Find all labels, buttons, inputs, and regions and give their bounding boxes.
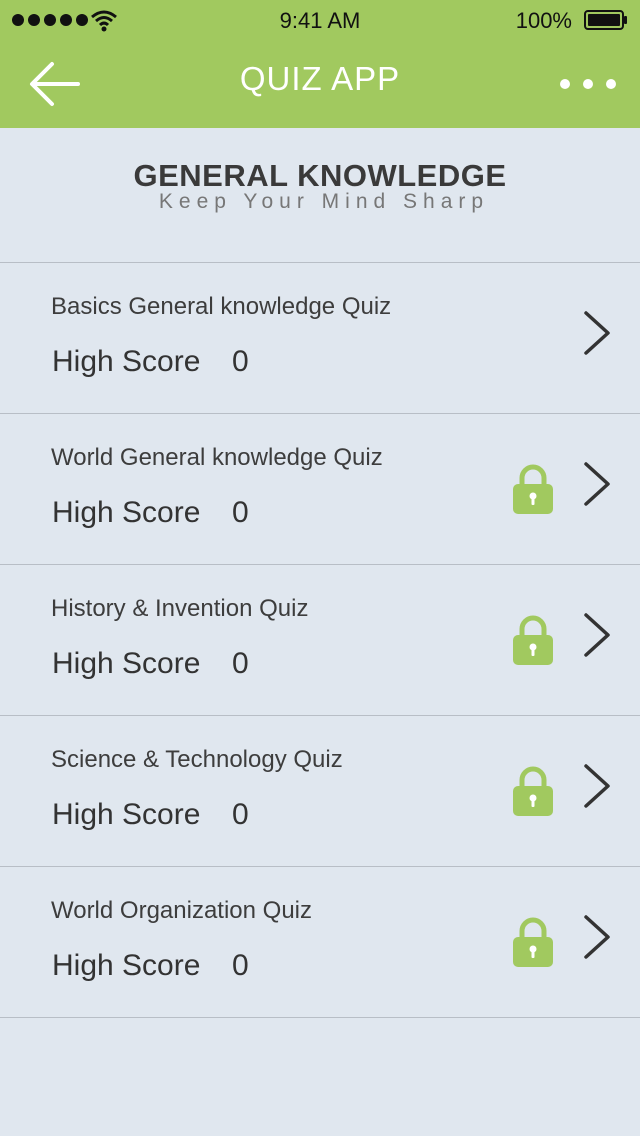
category-header: GENERAL KNOWLEDGE Keep Your Mind Sharp (0, 128, 640, 263)
lock-icon (513, 615, 553, 665)
category-tagline: Keep Your Mind Sharp (158, 190, 490, 213)
chevron-right-icon[interactable] (578, 915, 618, 959)
chevron-right-icon[interactable] (578, 311, 618, 355)
lock-icon (513, 464, 553, 514)
high-score-value: 0 (232, 496, 249, 529)
quiz-name: Basics General knowledge Quiz (51, 293, 392, 320)
quiz-row[interactable]: Basics General knowledge Quiz High Score 0 (0, 263, 640, 414)
quiz-row[interactable]: World Organization Quiz High Score 0 (0, 867, 640, 1018)
chevron-right-icon[interactable] (578, 462, 618, 506)
quiz-list: Basics General knowledge Quiz High Score 0… (0, 262, 640, 1018)
quiz-row[interactable]: World General knowledge Quiz High Score 0 (0, 414, 640, 565)
high-score-label: High Score (52, 496, 201, 529)
high-score-label: High Score (52, 949, 201, 982)
lock-icon (513, 917, 553, 967)
nav-bar: QUIZ APP (0, 40, 640, 128)
more-horizontal-icon (560, 79, 570, 89)
more-options-button[interactable] (560, 64, 616, 104)
quiz-name: Science & Technology Quiz (51, 746, 343, 773)
quiz-row[interactable]: Science & Technology Quiz High Score 0 (0, 716, 640, 867)
status-bar: 9:41 AM 100% (0, 0, 640, 40)
chevron-right-icon[interactable] (578, 613, 618, 657)
quiz-name: World Organization Quiz (51, 897, 312, 924)
quiz-name: World General knowledge Quiz (51, 444, 383, 471)
high-score-label: High Score (52, 345, 201, 378)
app-title: QUIZ APP (239, 60, 401, 97)
quiz-row[interactable]: History & Invention Quiz High Score 0 (0, 565, 640, 716)
high-score-label: High Score (52, 798, 201, 831)
high-score-value: 0 (232, 798, 249, 831)
battery-percent: 100% (515, 8, 572, 33)
high-score-value: 0 (232, 647, 249, 680)
battery-icon (584, 10, 627, 30)
high-score-label: High Score (52, 647, 201, 680)
lock-icon (513, 766, 553, 816)
quiz-name: History & Invention Quiz (51, 595, 309, 622)
chevron-right-icon[interactable] (578, 764, 618, 808)
high-score-value: 0 (232, 345, 249, 378)
category-title: GENERAL KNOWLEDGE (133, 158, 507, 193)
high-score-value: 0 (232, 949, 249, 982)
